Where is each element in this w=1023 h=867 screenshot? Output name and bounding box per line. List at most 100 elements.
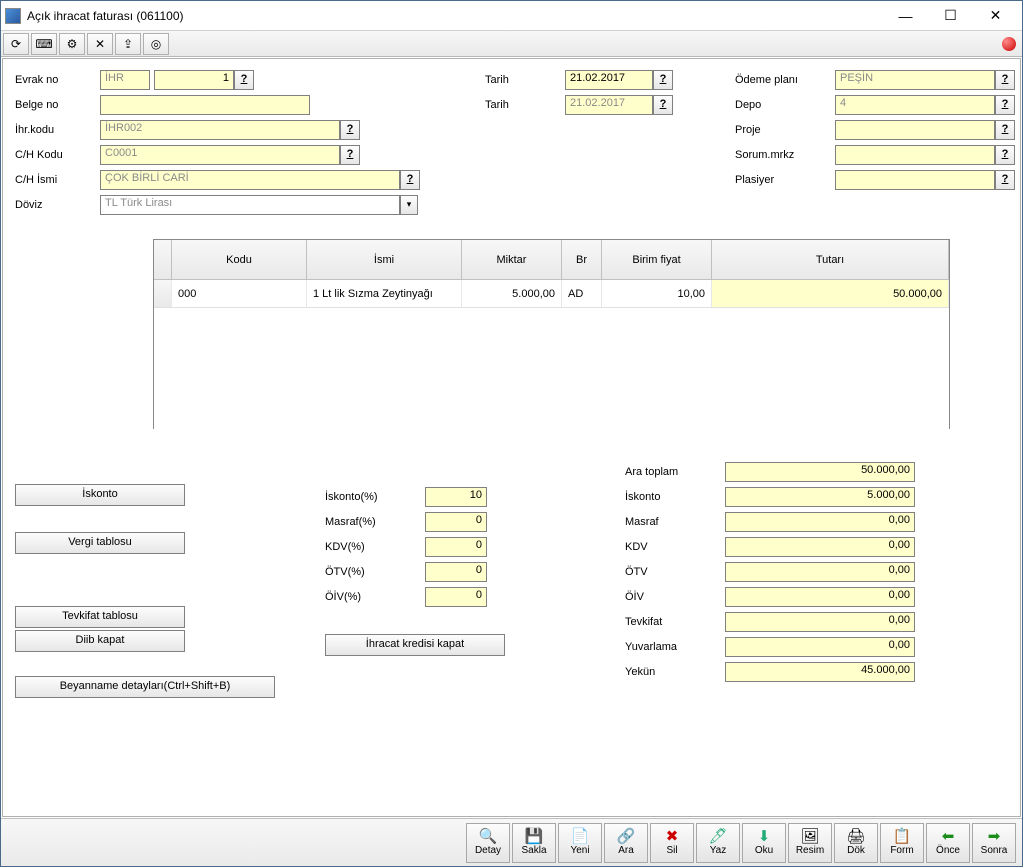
toolbar-btn-2[interactable]: ⌨ [31, 33, 57, 55]
titlebar: Açık ihracat faturası (061100) — ☐ ✕ [1, 1, 1022, 31]
doviz-dropdown-icon[interactable]: ▾ [400, 195, 418, 215]
toolbar-btn-3[interactable]: ⚙ [59, 33, 85, 55]
masraf-total-label: Masraf [625, 516, 725, 528]
oku-icon: ⬇ [758, 829, 771, 845]
sil-button[interactable]: ✖Sil [650, 823, 694, 863]
tevkifat-total-label: Tevkifat [625, 616, 725, 628]
otv-pct-input[interactable]: 0 [425, 562, 487, 582]
sakla-button[interactable]: 💾Sakla [512, 823, 556, 863]
plasiyer-label: Plasiyer [735, 174, 835, 186]
ch-ismi-label: C/H İsmi [15, 174, 100, 186]
sonra-icon: ➡ [988, 829, 1001, 845]
ihr-kodu-lookup[interactable]: ? [340, 120, 360, 140]
ihr-kodu-input[interactable]: İHR002 [100, 120, 340, 140]
depo-lookup[interactable]: ? [995, 95, 1015, 115]
beyanname-button[interactable]: Beyanname detayları(Ctrl+Shift+B) [15, 676, 275, 698]
sorum-lookup[interactable]: ? [995, 145, 1015, 165]
tarih2-input[interactable]: 21.02.2017 [565, 95, 653, 115]
doviz-select[interactable]: TL Türk Lirası [100, 195, 400, 215]
ch-kodu-input[interactable]: C0001 [100, 145, 340, 165]
col-header-ismi[interactable]: İsmi [307, 240, 462, 279]
cell-miktar[interactable]: 5.000,00 [462, 280, 562, 307]
kdv-total-value: 0,00 [725, 537, 915, 557]
oiv-total-label: ÖİV [625, 591, 725, 603]
ch-ismi-input[interactable]: ÇOK BİRLİ CARİ [100, 170, 400, 190]
tarih1-input[interactable]: 21.02.2017 [565, 70, 653, 90]
ihr-kodu-label: İhr.kodu [15, 124, 100, 136]
cell-kodu[interactable]: 000 [172, 280, 307, 307]
proje-input[interactable] [835, 120, 995, 140]
col-header-fiyat[interactable]: Birim fiyat [602, 240, 712, 279]
maximize-button[interactable]: ☐ [928, 2, 973, 30]
proje-lookup[interactable]: ? [995, 120, 1015, 140]
close-button[interactable]: ✕ [973, 2, 1018, 30]
ara-button[interactable]: 🔗Ara [604, 823, 648, 863]
masraf-pct-label: Masraf(%) [325, 516, 425, 528]
yaz-button[interactable]: 🖊Yaz [696, 823, 740, 863]
oiv-pct-label: ÖİV(%) [325, 591, 425, 603]
toolbar-btn-1[interactable]: ⟳ [3, 33, 29, 55]
yekun-label: Yekün [625, 666, 725, 678]
resim-button[interactable]: 🖼Resim [788, 823, 832, 863]
app-icon [5, 8, 21, 24]
app-window: Açık ihracat faturası (061100) — ☐ ✕ ⟳ ⌨… [0, 0, 1023, 867]
grid-header: Kodu İsmi Miktar Br Birim fiyat Tutarı [154, 240, 949, 280]
sonra-button[interactable]: ➡Sonra [972, 823, 1016, 863]
yeni-button[interactable]: 📄Yeni [558, 823, 602, 863]
oiv-pct-input[interactable]: 0 [425, 587, 487, 607]
masraf-pct-input[interactable]: 0 [425, 512, 487, 532]
evrak-no-prefix[interactable]: İHR [100, 70, 150, 90]
diib-button[interactable]: Diib kapat [15, 630, 185, 652]
form-button[interactable]: 📋Form [880, 823, 924, 863]
grid-row[interactable]: 000 1 Lt lik Sızma Zeytinyağı 5.000,00 A… [154, 280, 949, 308]
evrak-no-label: Evrak no [15, 74, 100, 86]
col-header-kodu[interactable]: Kodu [172, 240, 307, 279]
col-header-miktar[interactable]: Miktar [462, 240, 562, 279]
dok-button[interactable]: 🖨Dök [834, 823, 878, 863]
detay-button[interactable]: 🔍Detay [466, 823, 510, 863]
odeme-lookup[interactable]: ? [995, 70, 1015, 90]
iskonto-total-value: 5.000,00 [725, 487, 915, 507]
toolbar-btn-4[interactable]: ✕ [87, 33, 113, 55]
depo-input[interactable]: 4 [835, 95, 995, 115]
belge-no-input[interactable] [100, 95, 310, 115]
cell-ismi[interactable]: 1 Lt lik Sızma Zeytinyağı [307, 280, 462, 307]
once-button[interactable]: ⬅Önce [926, 823, 970, 863]
kdv-total-label: KDV [625, 541, 725, 553]
items-grid[interactable]: Kodu İsmi Miktar Br Birim fiyat Tutarı 0… [153, 239, 950, 429]
evrak-no-lookup[interactable]: ? [234, 70, 254, 90]
tarih1-lookup[interactable]: ? [653, 70, 673, 90]
sil-icon: ✖ [666, 829, 679, 845]
plasiyer-lookup[interactable]: ? [995, 170, 1015, 190]
iskonto-button[interactable]: İskonto [15, 484, 185, 506]
ch-ismi-lookup[interactable]: ? [400, 170, 420, 190]
cell-br[interactable]: AD [562, 280, 602, 307]
tarih2-lookup[interactable]: ? [653, 95, 673, 115]
resim-icon: 🖼 [800, 829, 819, 845]
sorum-input[interactable] [835, 145, 995, 165]
col-header-tutar[interactable]: Tutarı [712, 240, 949, 279]
cell-fiyat[interactable]: 10,00 [602, 280, 712, 307]
otv-pct-label: ÖTV(%) [325, 566, 425, 578]
toolbar: ⟳ ⌨ ⚙ ✕ ⇪ ◎ [1, 31, 1022, 57]
iskonto-pct-input[interactable]: 10 [425, 487, 487, 507]
plasiyer-input[interactable] [835, 170, 995, 190]
ch-kodu-lookup[interactable]: ? [340, 145, 360, 165]
evrak-no-num[interactable]: 1 [154, 70, 234, 90]
oiv-total-value: 0,00 [725, 587, 915, 607]
ihracat-kredisi-button[interactable]: İhracat kredisi kapat [325, 634, 505, 656]
yuvarlama-label: Yuvarlama [625, 641, 725, 653]
col-header-br[interactable]: Br [562, 240, 602, 279]
toolbar-btn-5[interactable]: ⇪ [115, 33, 141, 55]
odeme-input[interactable]: PEŞİN [835, 70, 995, 90]
minimize-button[interactable]: — [883, 2, 928, 30]
tevkifat-total-value: 0,00 [725, 612, 915, 632]
toolbar-btn-6[interactable]: ◎ [143, 33, 169, 55]
otv-total-label: ÖTV [625, 566, 725, 578]
cell-tutar[interactable]: 50.000,00 [712, 280, 949, 307]
tevkifat-button[interactable]: Tevkifat tablosu [15, 606, 185, 628]
oku-button[interactable]: ⬇Oku [742, 823, 786, 863]
sorum-label: Sorum.mrkz [735, 149, 835, 161]
kdv-pct-input[interactable]: 0 [425, 537, 487, 557]
vergi-button[interactable]: Vergi tablosu [15, 532, 185, 554]
